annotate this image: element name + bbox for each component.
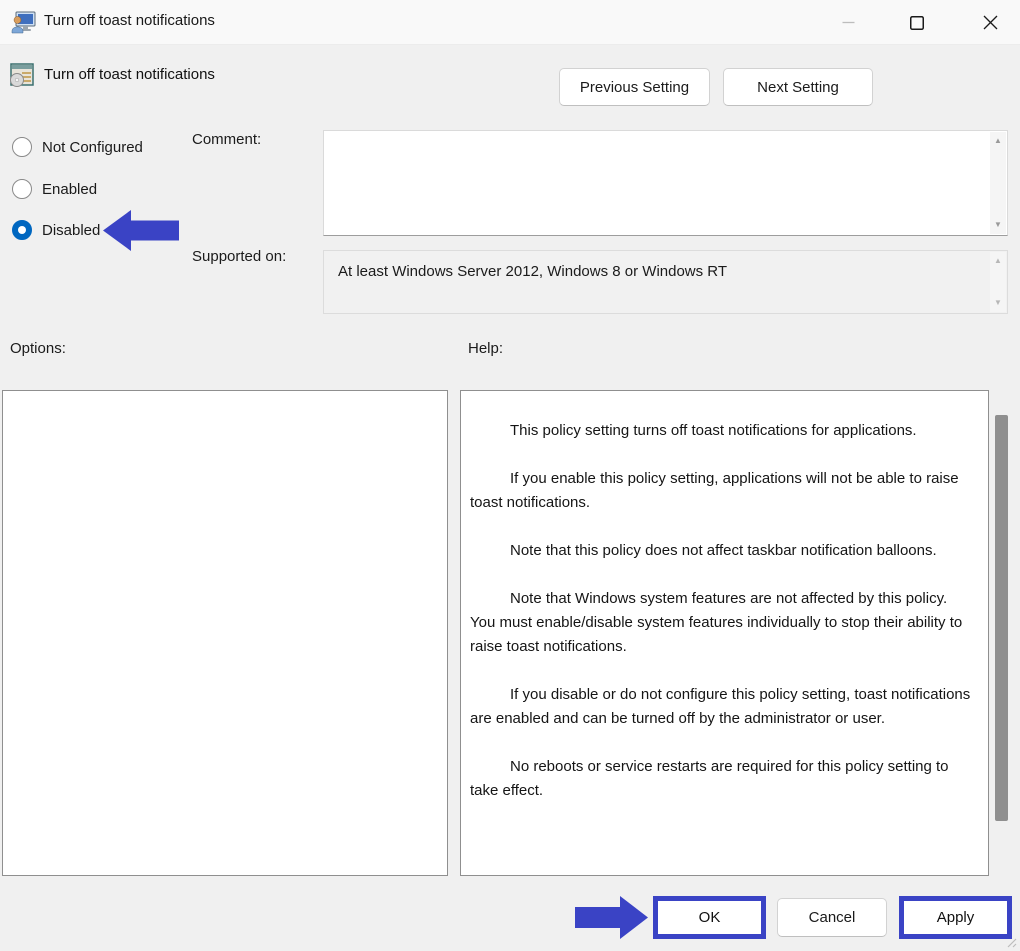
policy-setting-icon [10, 63, 34, 87]
help-paragraph: Note that this policy does not affect ta… [510, 542, 937, 559]
close-icon [983, 15, 997, 30]
window-title: Turn off toast notifications [44, 12, 215, 29]
group-policy-user-icon [11, 11, 36, 34]
minimize-icon [842, 21, 854, 24]
radio-circle-icon [12, 179, 32, 199]
scroll-down-icon[interactable]: ▼ [994, 221, 1002, 229]
help-panel: This policy setting turns off toast noti… [460, 390, 989, 876]
apply-button[interactable]: Apply [899, 896, 1012, 939]
help-scrollbar-thumb[interactable] [995, 415, 1008, 821]
supported-on-value: At least Windows Server 2012, Windows 8 … [338, 263, 728, 280]
cancel-button[interactable]: Cancel [777, 898, 887, 937]
radio-label: Enabled [42, 180, 98, 198]
resize-grip-icon[interactable] [1005, 936, 1017, 948]
comment-label: Comment: [192, 131, 262, 148]
radio-label: Not Configured [42, 138, 143, 156]
radio-circle-icon [12, 220, 32, 240]
maximize-icon [910, 15, 924, 30]
help-paragraph: This policy setting turns off toast noti… [510, 422, 917, 439]
radio-disabled[interactable]: Disabled [12, 219, 100, 241]
policy-setting-dialog: Turn off toast notifications Turn off to… [0, 0, 1020, 951]
annotation-arrow-left-icon [103, 210, 179, 251]
previous-setting-button[interactable]: Previous Setting [559, 68, 710, 106]
help-paragraph: If you disable or do not configure this … [470, 686, 975, 727]
radio-circle-icon [12, 137, 32, 157]
radio-enabled[interactable]: Enabled [12, 178, 97, 200]
minimize-button[interactable] [825, 0, 871, 45]
annotation-arrow-right-icon [575, 896, 648, 939]
maximize-button[interactable] [894, 0, 940, 45]
comment-scrollbar[interactable]: ▲ ▼ [990, 132, 1006, 234]
help-paragraph: If you enable this policy setting, appli… [470, 470, 963, 511]
help-paragraph: Note that Windows system features are no… [470, 590, 967, 655]
supported-scrollbar: ▲ ▼ [990, 252, 1006, 312]
close-button[interactable] [967, 0, 1013, 45]
comment-textarea[interactable]: ▲ ▼ [323, 130, 1008, 236]
supported-on-label: Supported on: [192, 248, 287, 265]
scroll-up-icon[interactable]: ▲ [994, 137, 1002, 145]
titlebar: Turn off toast notifications [0, 0, 1020, 45]
radio-not-configured[interactable]: Not Configured [12, 136, 143, 158]
setting-title: Turn off toast notifications [44, 66, 215, 83]
radio-label: Disabled [42, 221, 101, 239]
supported-on-box: At least Windows Server 2012, Windows 8 … [323, 250, 1008, 314]
ok-button[interactable]: OK [653, 896, 766, 939]
help-label: Help: [468, 340, 504, 357]
next-setting-button[interactable]: Next Setting [723, 68, 873, 106]
help-paragraph: No reboots or service restarts are requi… [470, 758, 953, 799]
scroll-down-icon: ▼ [994, 298, 1002, 307]
scroll-up-icon: ▲ [994, 256, 1002, 265]
options-label: Options: [10, 340, 66, 357]
options-panel [2, 390, 448, 876]
